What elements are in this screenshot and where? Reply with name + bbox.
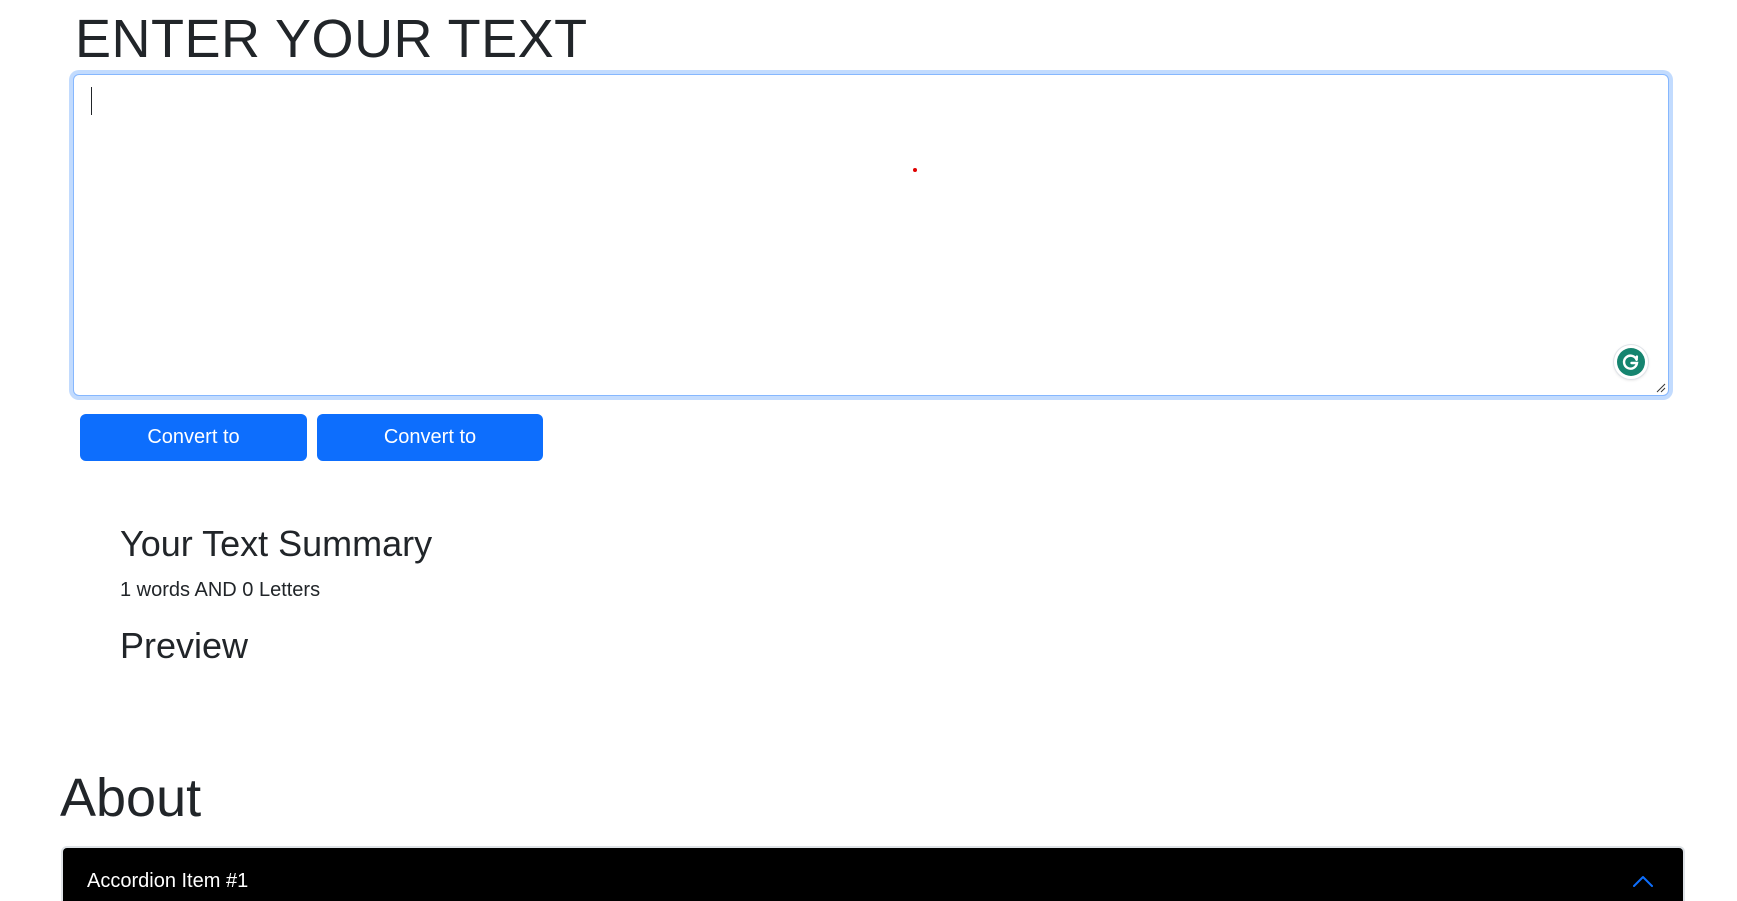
page: ENTER YOUR TEXT Convert to UpperCase Con… (0, 0, 1737, 901)
summary-title: Your Text Summary (120, 523, 433, 564)
resize-handle-icon[interactable] (1654, 381, 1666, 393)
accordion-item-1-header[interactable]: Accordion Item #1 (61, 846, 1685, 901)
convert-uppercase-button[interactable]: Convert to UpperCase (80, 414, 307, 495)
chevron-up-icon (1631, 856, 1655, 894)
grammarly-icon[interactable] (1614, 345, 1648, 379)
convert-lowercase-button[interactable]: Convert to LowerCase (317, 414, 543, 495)
summary-stats: 1 words AND 0 Letters (120, 579, 321, 601)
preview-title: Preview (120, 625, 249, 666)
grammarly-badge (1617, 348, 1645, 376)
about-title: About (60, 768, 202, 828)
text-input-box[interactable] (73, 74, 1669, 396)
accordion-item-label: Accordion Item #1 (87, 870, 249, 892)
red-dot-marker (913, 168, 917, 172)
text-caret (91, 87, 92, 115)
enter-text-heading: ENTER YOUR TEXT (75, 9, 588, 69)
text-input[interactable] (74, 75, 1668, 395)
grammarly-g-icon (1622, 354, 1639, 370)
